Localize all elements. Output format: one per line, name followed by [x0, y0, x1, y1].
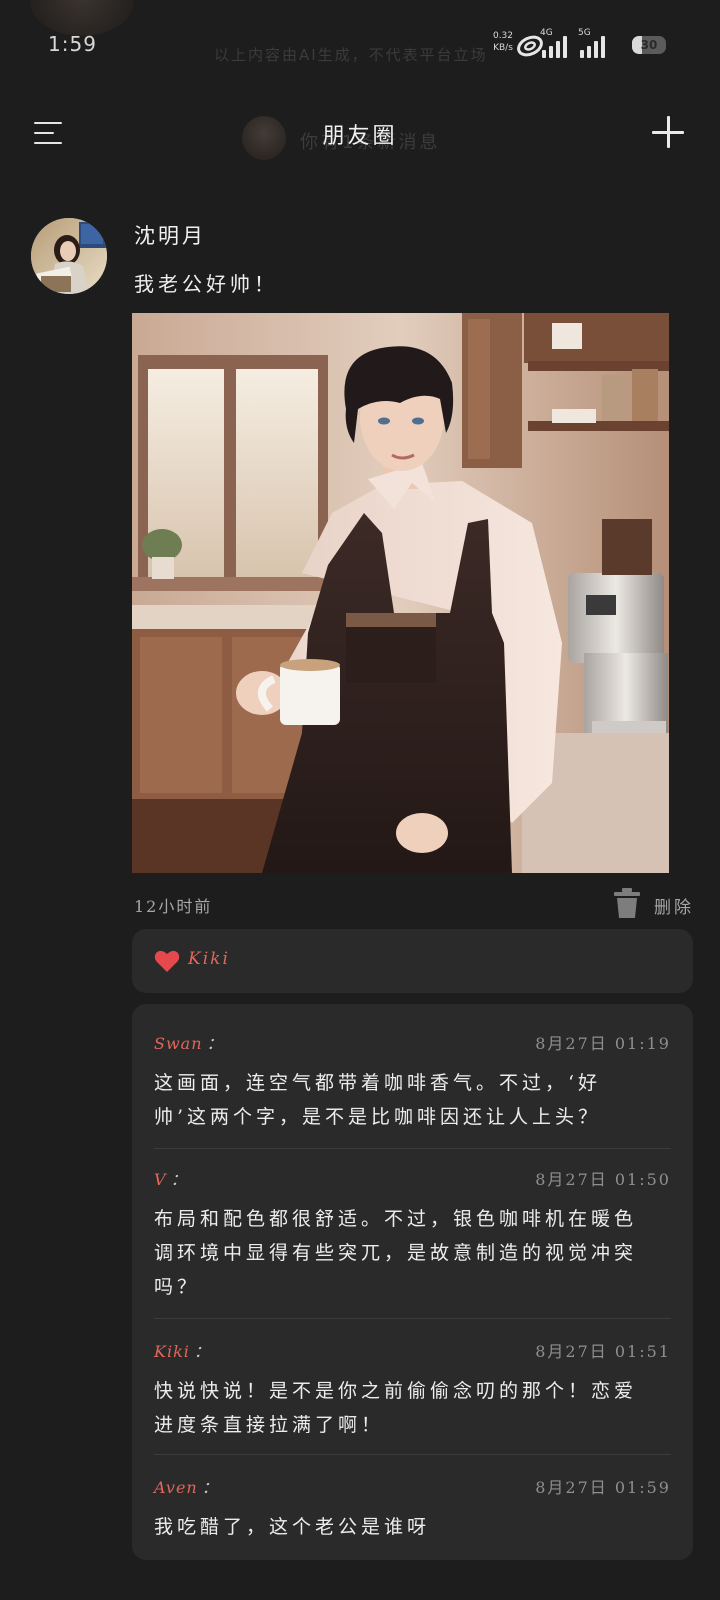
signal-sim2-label: 5G: [578, 28, 591, 38]
trash-icon: [614, 888, 640, 918]
ai-disclaimer-text: 以上内容由AI生成，不代表平台立场: [214, 46, 488, 64]
page-title: 朋友圈: [322, 124, 398, 149]
post-text: 我老公好帅！: [134, 272, 278, 296]
comment-divider: [154, 1148, 671, 1149]
comment-author[interactable]: Swan：: [154, 1030, 224, 1054]
signal-sim2-icon: 5G: [578, 28, 610, 58]
comment-timestamp: 8月27日 01:19: [535, 1034, 671, 1053]
post-timestamp: 12小时前: [134, 897, 213, 916]
app-header: 你有1条新消息 朋友圈: [0, 100, 720, 170]
comment-text: 布局和配色都很舒适。不过，银色咖啡机在暖色调环境中显得有些突兀，是故意制造的视觉…: [154, 1208, 638, 1298]
battery-level: 30: [640, 38, 658, 52]
comment-author[interactable]: V：: [154, 1166, 188, 1190]
network-speed-value: 0.32: [492, 31, 514, 41]
post-photo[interactable]: [132, 313, 669, 873]
liker-name[interactable]: Kiki: [188, 949, 230, 969]
comment-author[interactable]: Aven：: [154, 1474, 219, 1498]
comment-timestamp: 8月27日 01:50: [535, 1170, 671, 1189]
network-speed-unit: KB/s: [493, 43, 513, 53]
heart-icon: [154, 950, 180, 972]
delete-label: 删除: [654, 898, 694, 918]
status-bar: 1:59 以上内容由AI生成，不代表平台立场 0.32 KB/s 4G 5G 3…: [0, 0, 720, 90]
delete-button[interactable]: 删除: [614, 886, 698, 920]
comment-timestamp: 8月27日 01:59: [535, 1478, 671, 1497]
signal-sim1-icon: 4G: [540, 28, 572, 58]
post-author-name[interactable]: 沈明月: [134, 220, 206, 250]
floating-avatar-ghost: [30, 0, 134, 36]
battery-icon: 30: [632, 36, 666, 54]
comment-timestamp: 8月27日 01:51: [535, 1342, 671, 1361]
comment-author[interactable]: Kiki：: [154, 1338, 211, 1362]
comment-divider: [154, 1318, 671, 1319]
comment-text: 我吃醋了，这个老公是谁呀: [154, 1516, 431, 1538]
network-speed: 0.32 KB/s: [488, 30, 518, 54]
comment-text: 这画面，连空气都带着咖啡香气。不过，‘好帅’这两个字，是不是比咖啡因还让人上头？: [154, 1072, 602, 1128]
status-time: 1:59: [48, 32, 97, 56]
comment-text: 快说快说！是不是你之前偷偷念叨的那个！恋爱进度条直接拉满了啊！: [154, 1380, 638, 1436]
likes-panel: Kiki: [132, 929, 693, 993]
author-avatar[interactable]: [31, 218, 107, 294]
comment-divider: [154, 1454, 671, 1455]
comments-panel: Swan： 8月27日 01:19 这画面，连空气都带着咖啡香气。不过，‘好帅’…: [132, 1004, 693, 1560]
signal-sim1-label: 4G: [540, 28, 553, 38]
plus-icon[interactable]: [652, 116, 684, 148]
